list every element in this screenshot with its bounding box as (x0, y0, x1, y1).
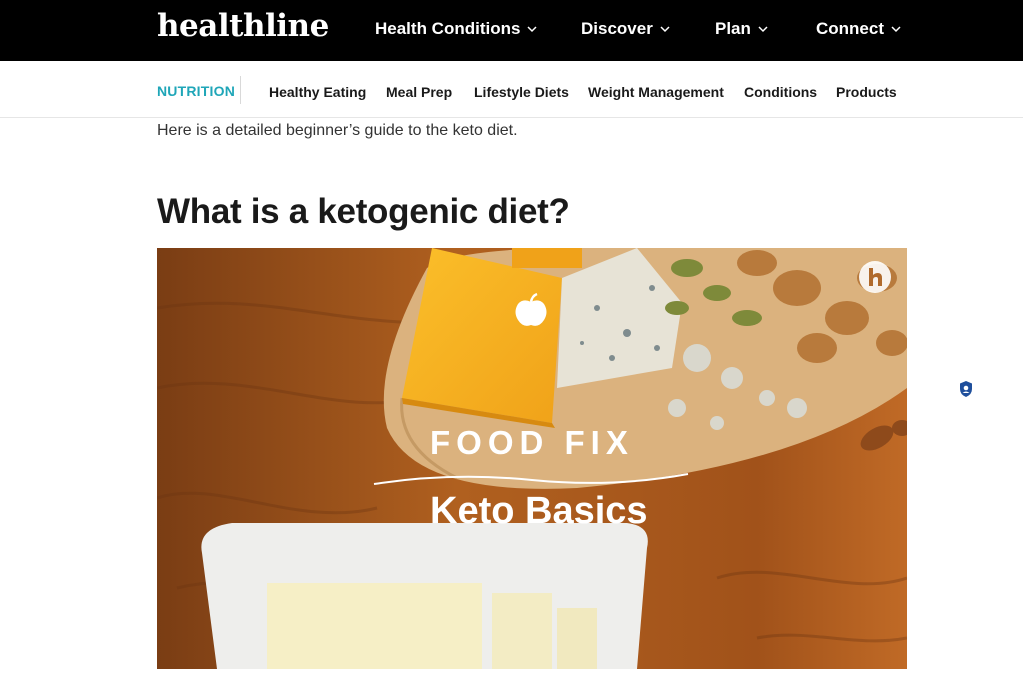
healthline-logo[interactable]: healthline (157, 8, 329, 44)
nav-plan[interactable]: Plan (715, 18, 768, 40)
nav-discover[interactable]: Discover (581, 18, 670, 40)
apple-icon (515, 292, 547, 326)
nav-health-conditions[interactable]: Health Conditions (375, 18, 537, 40)
video-series-label: FOOD FIX (430, 424, 634, 461)
nav-connect[interactable]: Connect (816, 18, 901, 40)
subnav-item-conditions[interactable]: Conditions (744, 84, 817, 100)
chevron-down-icon (660, 26, 670, 33)
subnav-item-meal-prep[interactable]: Meal Prep (386, 84, 452, 100)
chevron-down-icon (527, 26, 537, 33)
top-navigation: healthline Health Conditions Discover Pl… (0, 0, 1023, 61)
subnav-item-weight-management[interactable]: Weight Management (588, 84, 724, 100)
nav-label: Connect (816, 19, 884, 38)
sub-navigation: NUTRITION Healthy Eating Meal Prep Lifes… (0, 61, 1023, 118)
section-heading: What is a ketogenic diet? (157, 192, 570, 231)
chevron-down-icon (758, 26, 768, 33)
shield-badge-icon[interactable] (958, 380, 974, 398)
intro-paragraph: Here is a detailed beginner’s guide to t… (157, 122, 518, 139)
nav-label: Health Conditions (375, 19, 521, 38)
subnav-item-healthy-eating[interactable]: Healthy Eating (269, 84, 366, 100)
video-title: Keto Basics (430, 490, 648, 532)
nav-label: Discover (581, 19, 653, 38)
category-link-nutrition[interactable]: NUTRITION (157, 83, 235, 99)
healthline-h-icon (859, 261, 891, 293)
nav-label: Plan (715, 19, 751, 38)
subnav-item-lifestyle-diets[interactable]: Lifestyle Diets (474, 84, 569, 100)
title-divider-swoosh (373, 473, 689, 485)
chevron-down-icon (891, 26, 901, 33)
subnav-item-products[interactable]: Products (836, 84, 897, 100)
divider (240, 76, 241, 104)
